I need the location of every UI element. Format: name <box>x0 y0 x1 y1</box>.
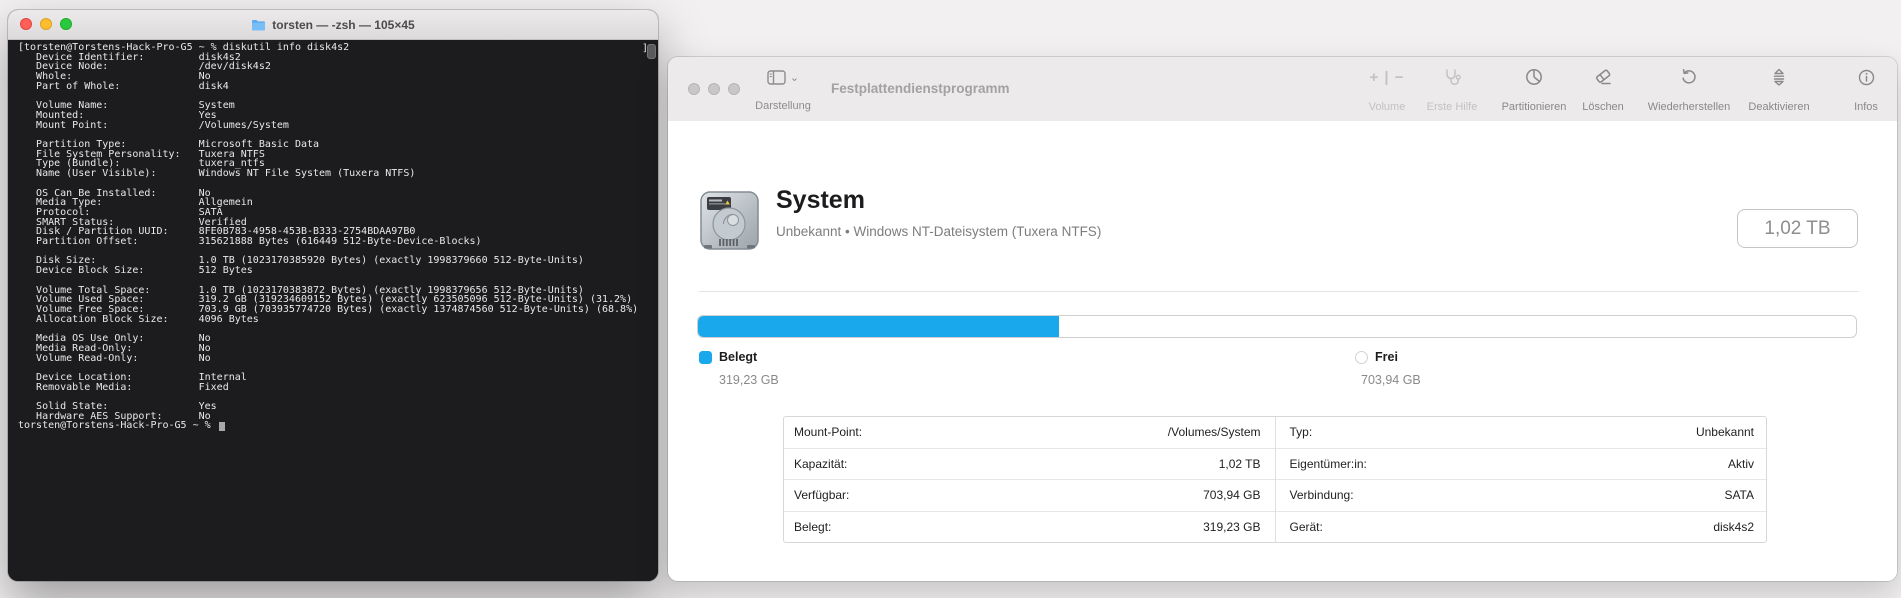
row-label: Verfügbar: <box>794 488 850 503</box>
row-value: Unbekannt <box>1695 425 1754 440</box>
view-button-label: Darstellung <box>755 100 811 112</box>
hard-drive-icon <box>700 191 759 250</box>
terminal-prompt: torsten@Torstens-Hack-Pro-G5 ~ % <box>18 420 217 432</box>
close-button[interactable] <box>688 83 700 95</box>
table-row: Gerät: disk4s2 <box>1276 512 1767 543</box>
capacity-badge: 1,02 TB <box>1737 209 1858 248</box>
used-legend-value: 319,23 GB <box>719 373 779 387</box>
terminal-output: [torsten@Torstens-Hack-Pro-G5 ~ % diskut… <box>18 42 639 422</box>
info-circle-icon <box>1858 69 1874 86</box>
row-label: Kapazität: <box>794 456 848 471</box>
volume-name: System <box>776 186 865 214</box>
free-legend-swatch <box>1355 351 1368 364</box>
row-value: SATA <box>1724 488 1754 503</box>
volume-subtitle: Unbekannt • Windows NT-Dateisystem (Tuxe… <box>776 224 1102 239</box>
row-value: 1,02 TB <box>1218 456 1261 471</box>
terminal-content[interactable]: [torsten@Torstens-Hack-Pro-G5 ~ % diskut… <box>8 40 658 581</box>
terminal-titlebar[interactable]: torsten — -zsh — 105×45 <box>8 10 658 40</box>
terminal-cursor <box>218 422 225 432</box>
toolbar-unmount-button[interactable]: Deaktivieren <box>1739 67 1819 113</box>
row-value: /Volumes/System <box>1167 425 1261 440</box>
toolbar-erase-button[interactable]: Löschen <box>1573 67 1633 113</box>
table-row: Typ: Unbekannt <box>1275 417 1766 449</box>
terminal-title-text: torsten — -zsh — 105×45 <box>272 17 415 32</box>
desktop: torsten — -zsh — 105×45 [torsten@Torsten… <box>0 0 1901 598</box>
toolbar-info-button[interactable]: Infos <box>1841 67 1891 113</box>
row-value: Aktiv <box>1727 456 1754 471</box>
terminal-window: torsten — -zsh — 105×45 [torsten@Torsten… <box>8 10 658 581</box>
terminal-scrollbar[interactable] <box>647 44 656 59</box>
chevron-down-icon: ⌄ <box>789 71 800 84</box>
row-value: 319,23 GB <box>1203 519 1261 534</box>
stethoscope-icon <box>1446 69 1461 86</box>
row-label: Gerät: <box>1289 519 1323 534</box>
row-label: Verbindung: <box>1289 488 1354 503</box>
eraser-icon <box>1595 69 1611 85</box>
sidebar-view-icon <box>767 69 786 85</box>
used-legend-swatch <box>699 351 712 364</box>
toolbar-volume-button[interactable]: + | − Volume <box>1354 67 1420 113</box>
restore-arrow-icon <box>1682 69 1696 84</box>
plus-minus-volume-icon: + | − <box>1369 69 1405 86</box>
table-row: Kapazität: 1,02 TB <box>784 449 1275 480</box>
row-value: disk4s2 <box>1713 519 1754 534</box>
unmount-stack-icon <box>1773 68 1785 86</box>
table-row: Verbindung: SATA <box>1275 480 1766 512</box>
table-row: Mount-Point: /Volumes/System <box>784 417 1275 449</box>
toolbar-first-aid-button[interactable]: Erste Hilfe <box>1417 67 1487 113</box>
table-row: Eigentümer:in: Aktiv <box>1275 449 1766 480</box>
free-legend-label: Frei <box>1375 350 1398 364</box>
zoom-button[interactable] <box>728 83 740 95</box>
disk-utility-content: System Unbekannt • Windows NT-Dateisyste… <box>668 121 1897 581</box>
row-label: Typ: <box>1289 425 1313 440</box>
row-label: Eigentümer:in: <box>1289 456 1367 471</box>
table-row: Verfügbar: 703,94 GB <box>784 480 1275 512</box>
free-legend-value: 703,94 GB <box>1361 373 1421 387</box>
divider <box>699 291 1859 292</box>
view-button[interactable]: ⌄ Darstellung <box>746 68 820 112</box>
usage-bar-fill <box>698 316 1060 337</box>
toolbar-partition-button[interactable]: Partitionieren <box>1489 67 1579 113</box>
used-legend-label: Belegt <box>719 350 758 364</box>
window-title: Festplattendienstprogramm <box>831 81 1010 96</box>
disk-utility-window: ⌄ Darstellung Festplattendienstprogramm … <box>668 57 1897 581</box>
terminal-prompt-line: torsten@Torstens-Hack-Pro-G5 ~ % <box>8 420 658 432</box>
toolbar-restore-button[interactable]: Wiederherstellen <box>1634 67 1744 113</box>
usage-bar <box>697 315 1857 338</box>
row-label: Mount-Point: <box>794 425 863 440</box>
table-row: Belegt: 319,23 GB <box>784 512 1275 543</box>
volume-info-table: Mount-Point: /Volumes/System Kapazität: … <box>783 416 1767 543</box>
disk-utility-toolbar: ⌄ Darstellung Festplattendienstprogramm … <box>668 57 1897 122</box>
folder-icon <box>252 19 266 30</box>
pie-chart-icon <box>1526 69 1542 85</box>
row-value: 703,94 GB <box>1203 488 1261 503</box>
row-label: Belegt: <box>794 519 832 534</box>
terminal-title: torsten — -zsh — 105×45 <box>8 10 658 39</box>
minimize-button[interactable] <box>708 83 720 95</box>
